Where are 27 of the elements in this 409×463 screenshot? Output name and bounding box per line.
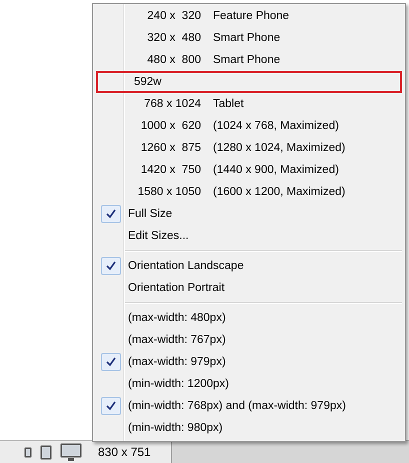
menu-item[interactable]: 1260 x 875 (1280 x 1024, Maximized) <box>96 137 402 159</box>
phone-icon[interactable] <box>24 446 32 458</box>
menu-item[interactable]: (max-width: 767px) <box>96 329 402 351</box>
menu-item[interactable]: Orientation Portrait <box>96 277 402 299</box>
menu-item[interactable]: 240 x 320 Feature Phone <box>96 5 402 27</box>
checkmark-icon <box>106 401 116 411</box>
menu-item[interactable]: 1580 x 1050 (1600 x 1200, Maximized) <box>96 181 402 203</box>
menu-item[interactable]: Orientation Landscape <box>96 255 402 277</box>
menu-item[interactable]: (min-width: 980px) <box>96 417 402 439</box>
checkmark-icon <box>106 261 116 271</box>
menu-item[interactable]: 1420 x 750 (1440 x 900, Maximized) <box>96 159 402 181</box>
menu-item[interactable]: (min-width: 1200px) <box>96 373 402 395</box>
menu-item[interactable]: Edit Sizes... <box>96 225 402 247</box>
highlighted-menu-item[interactable]: 592w <box>96 71 402 93</box>
tablet-icon[interactable] <box>40 444 52 460</box>
menu-item[interactable]: 320 x 480 Smart Phone <box>96 27 402 49</box>
menu-item[interactable]: 768 x 1024 Tablet <box>96 93 402 115</box>
menu-item[interactable]: 1000 x 620 (1024 x 768, Maximized) <box>96 115 402 137</box>
menu-item[interactable]: (min-width: 768px) and (max-width: 979px) <box>96 395 402 417</box>
window-size: 830 x 751 <box>98 445 151 459</box>
checkmark-icon <box>106 209 116 219</box>
checkmark-icon <box>106 357 116 367</box>
menu-item[interactable]: 480 x 800 Smart Phone <box>96 49 402 71</box>
menu-item[interactable]: (max-width: 979px) <box>96 351 402 373</box>
menu-item[interactable]: Full Size <box>96 203 402 225</box>
monitor-icon[interactable] <box>60 443 82 461</box>
menu-item[interactable]: (max-width: 480px) <box>96 307 402 329</box>
